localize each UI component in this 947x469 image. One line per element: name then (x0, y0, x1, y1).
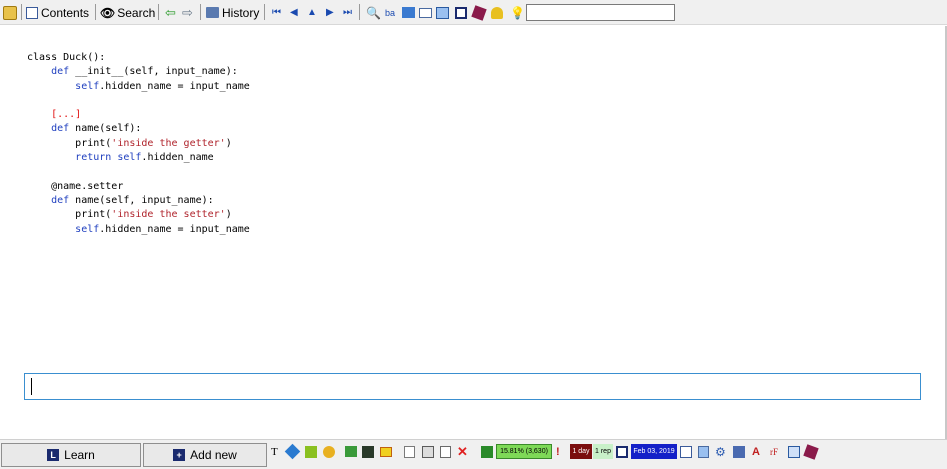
text-caret (31, 378, 32, 395)
notes-icon[interactable] (698, 444, 709, 459)
code-snippet: class Duck(): def __init__(self, input_n… (27, 51, 250, 237)
learn-icon: L (47, 449, 60, 461)
add-new-icon: + (173, 449, 186, 461)
add-new-button[interactable]: + Add new (143, 443, 267, 467)
code-keyword: def (51, 194, 70, 206)
contents-label: Contents (41, 5, 90, 20)
table-icon[interactable] (455, 4, 467, 21)
gear-icon[interactable]: ⚙ (715, 444, 726, 459)
cloze-placeholder: [...] (51, 109, 82, 121)
parent-element-icon[interactable]: ▲ (307, 4, 317, 21)
element-content-area: class Duck(): def __init__(self, input_n… (0, 26, 947, 439)
code-string: 'inside the setter' (111, 209, 226, 221)
back-arrow-icon[interactable]: ⇦ (165, 4, 176, 21)
reps-badge: 1 rep (593, 444, 613, 459)
search-button[interactable]: 👁 Search (100, 4, 155, 21)
priority-icon[interactable]: ! (556, 444, 560, 459)
interval-badge: 1 day (570, 444, 592, 459)
code-keyword: self (117, 152, 142, 164)
toolbar-separator (264, 4, 265, 20)
toolbar-separator (21, 4, 22, 20)
code-line: print( (75, 137, 112, 149)
toolbar-separator (158, 4, 159, 20)
code-line: ) (225, 137, 232, 149)
code-keyword: def (51, 123, 70, 135)
code-line: ) (225, 209, 232, 221)
mail-icon[interactable] (419, 4, 432, 21)
delete-icon[interactable]: ✕ (457, 444, 468, 459)
learn-button[interactable]: L Learn (1, 443, 141, 467)
forward-arrow-icon[interactable]: ⇨ (182, 4, 193, 21)
tree-icon[interactable] (481, 444, 493, 459)
add-new-label: Add new (190, 448, 237, 462)
dictionary-icon[interactable] (471, 4, 487, 21)
binoculars-icon: 👁 (100, 5, 116, 20)
dictionary-icon[interactable] (803, 443, 819, 460)
answer-input[interactable] (24, 373, 921, 400)
copy-icon[interactable] (404, 444, 415, 459)
stats-badge: 15.81% (3,630) (496, 444, 552, 459)
film-icon[interactable] (362, 444, 374, 459)
search-label: Search (117, 5, 156, 20)
image-icon[interactable] (345, 444, 357, 459)
last-element-icon[interactable]: ⏭ (343, 4, 352, 21)
code-line: print( (75, 209, 112, 221)
history-button[interactable]: History (206, 4, 259, 21)
previous-element-icon[interactable]: ◀ (290, 4, 298, 21)
next-element-icon[interactable]: ▶ (326, 4, 334, 21)
view-icon[interactable] (733, 444, 745, 459)
user-icon[interactable] (491, 4, 503, 21)
lightbulb-icon[interactable]: 💡 (510, 4, 525, 21)
toolbar-search-input[interactable] (526, 4, 675, 21)
text-format-icon[interactable]: T (271, 444, 278, 459)
medal-icon[interactable] (323, 444, 335, 459)
code-line: name(self): (69, 123, 142, 135)
layout-icon[interactable] (788, 444, 800, 459)
first-element-icon[interactable]: ⏮ (272, 4, 281, 21)
document-icon[interactable] (440, 444, 451, 459)
toolbar-separator (95, 4, 96, 20)
replace-text-icon[interactable]: ba (385, 4, 395, 21)
book-icon[interactable] (402, 4, 415, 21)
toolbar-separator (359, 4, 360, 20)
code-string: 'inside the getter' (111, 137, 226, 149)
code-line: class Duck(): (27, 52, 106, 63)
code-line: .hidden_name = input_name (99, 80, 250, 92)
edit-pen-icon[interactable] (284, 443, 301, 460)
calendar-icon[interactable] (680, 444, 692, 459)
code-keyword: self (75, 223, 100, 235)
calendar-window-icon[interactable] (616, 444, 628, 459)
toolbar-separator (200, 4, 201, 20)
code-decorator: @name.setter (51, 180, 124, 192)
history-label: History (222, 5, 260, 20)
font-size-icon[interactable]: rF (770, 444, 778, 459)
paste-icon[interactable] (422, 444, 434, 459)
contents-button[interactable]: Contents (26, 4, 89, 21)
date-badge: Feb 03, 2019 (631, 444, 677, 459)
cube-icon[interactable] (305, 444, 317, 459)
code-line: .hidden_name (141, 152, 214, 164)
history-icon (206, 7, 219, 18)
open-folder-icon[interactable] (3, 4, 17, 21)
code-line: .hidden_name = input_name (99, 223, 250, 235)
code-line: __init__(self, input_name): (69, 66, 238, 78)
learn-label: Learn (64, 448, 95, 462)
clear-format-icon[interactable]: A (752, 444, 760, 459)
code-keyword: return (75, 152, 112, 164)
code-line: name(self, input_name): (69, 194, 214, 206)
highlight-icon[interactable] (380, 444, 392, 459)
find-icon[interactable]: 🔍 (366, 4, 381, 21)
contents-icon (26, 6, 38, 19)
bottom-toolbar: L Learn + Add new T ✕ 15.81% (3,630) ! 1… (0, 439, 947, 469)
code-keyword: def (51, 66, 70, 78)
code-keyword: self (75, 80, 100, 92)
window-icon[interactable] (436, 4, 449, 21)
top-toolbar: Contents 👁 Search ⇦ ⇨ History ⏮ ◀ ▲ ▶ ⏭ … (0, 0, 947, 25)
